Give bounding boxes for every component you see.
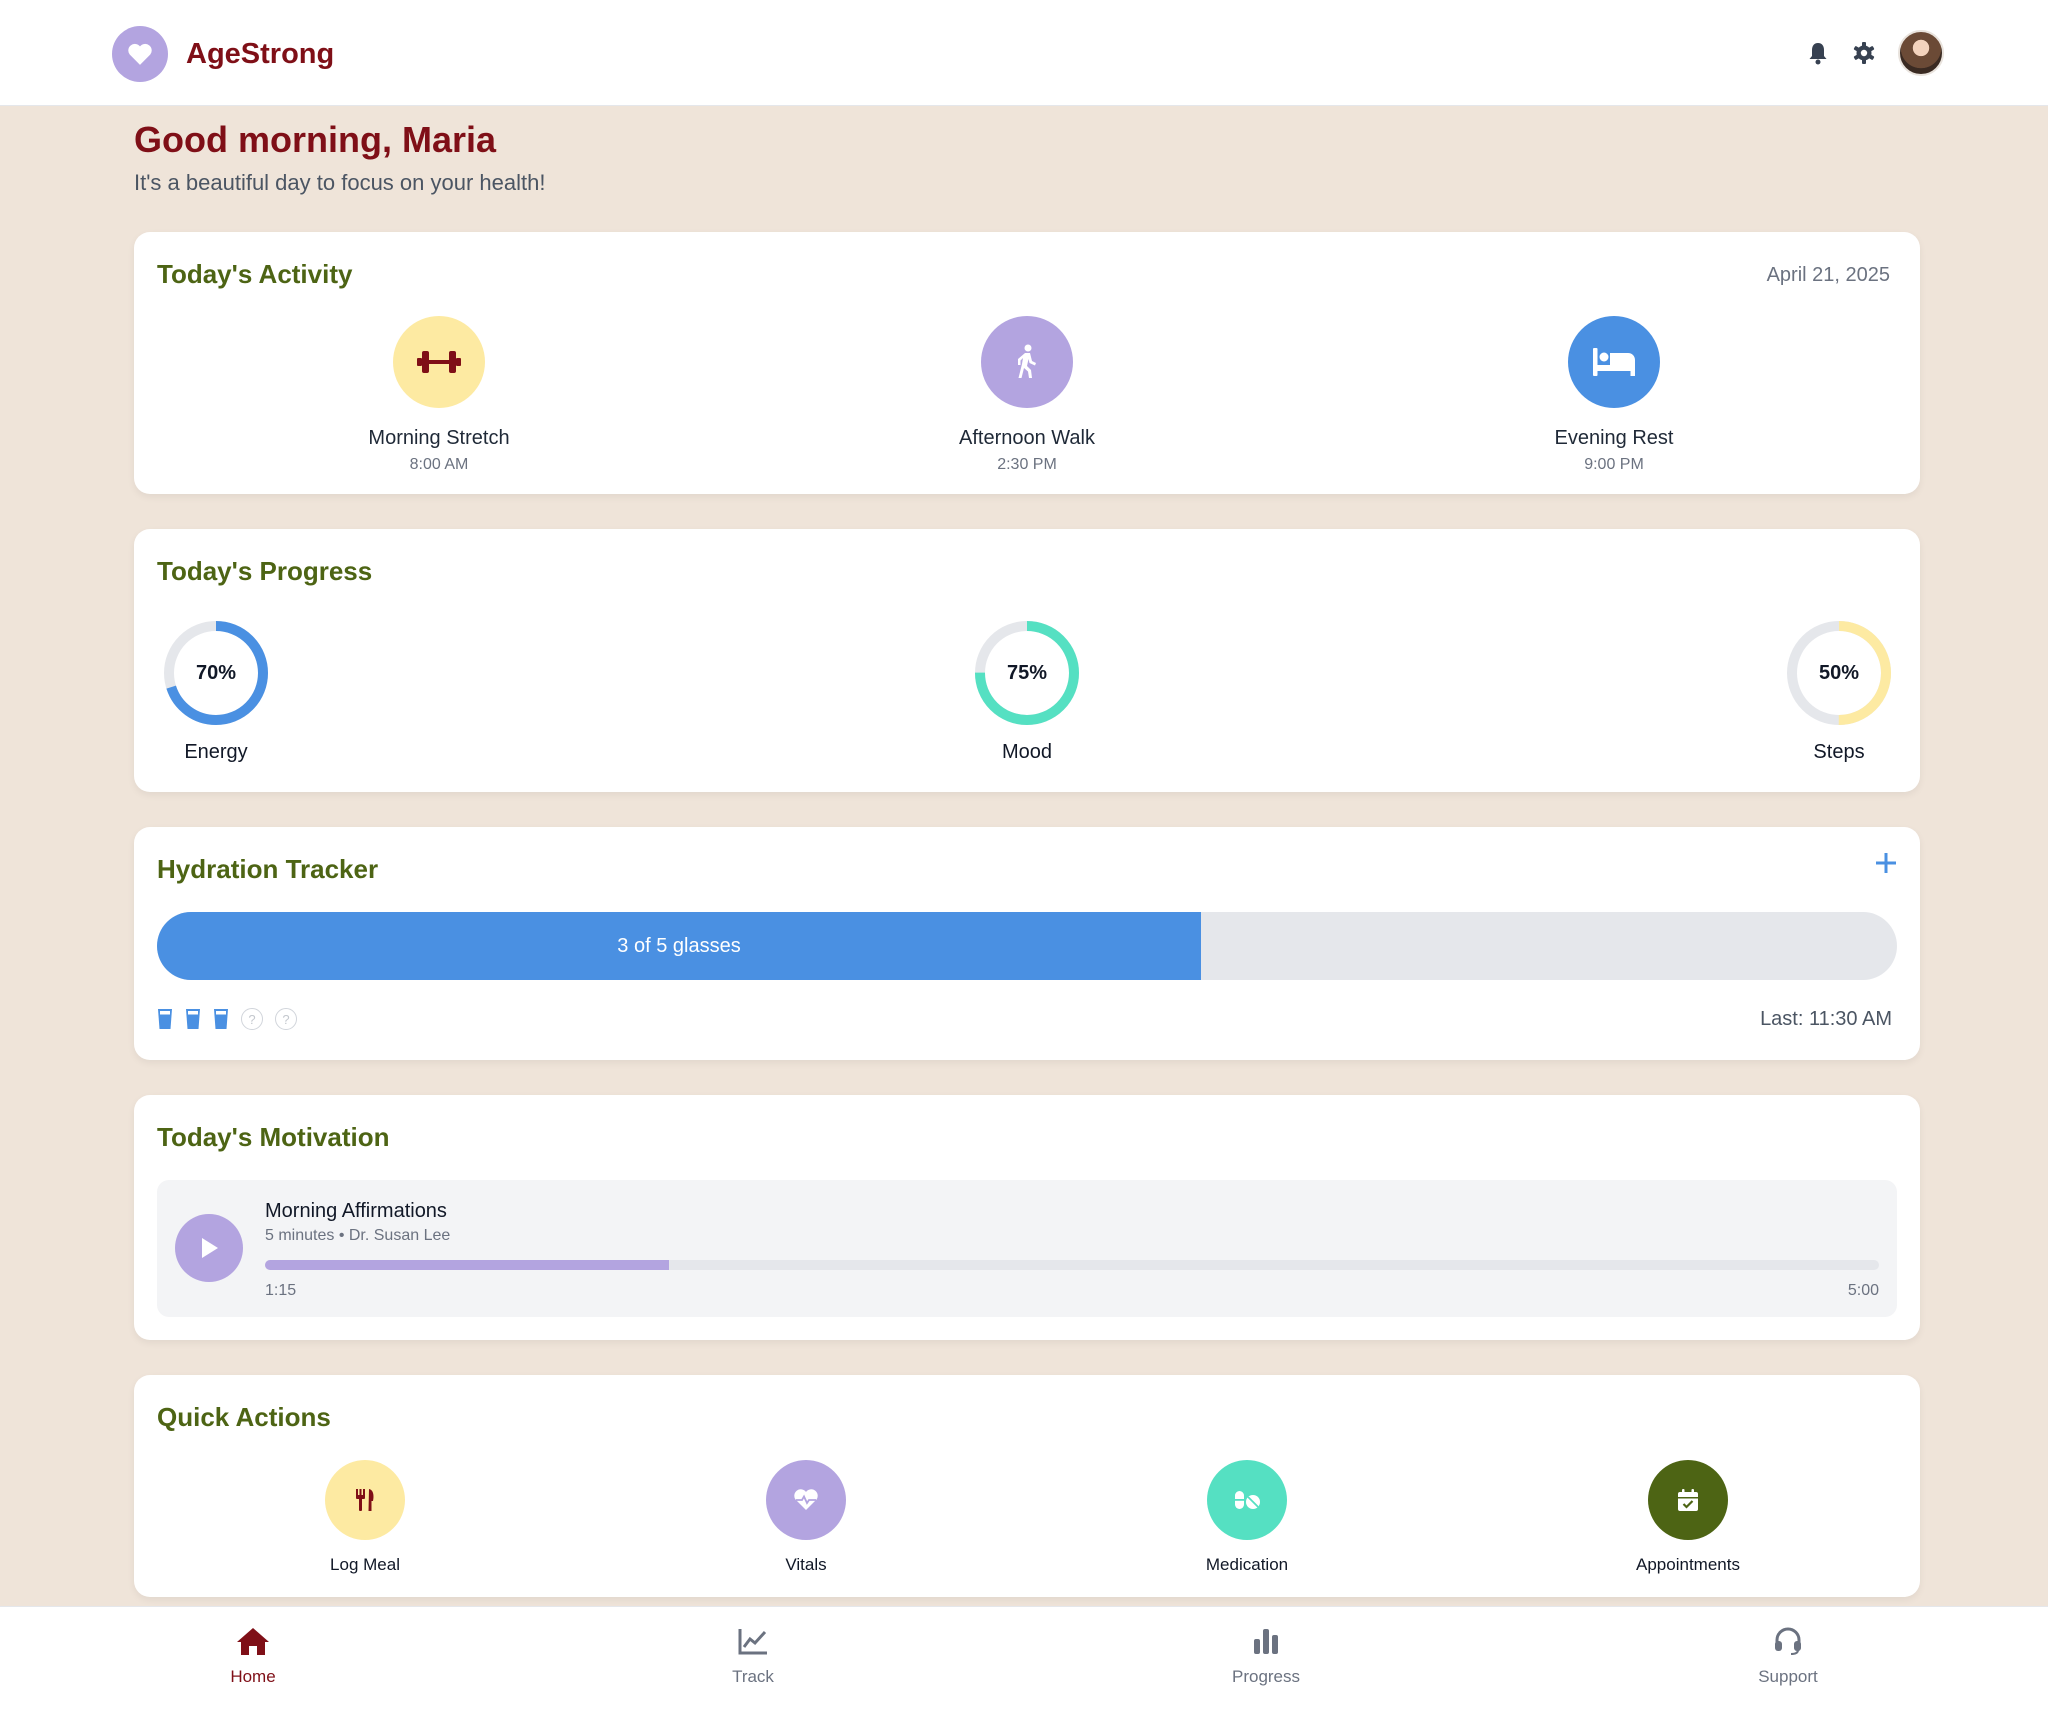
quick-action-label: Medication	[1205, 1555, 1289, 1574]
audio-meta: 5 minutes • Dr. Susan Lee	[265, 1227, 451, 1244]
chart-line-icon	[736, 1625, 770, 1657]
heart-pulse-icon	[766, 1460, 846, 1540]
nav-label: Home	[230, 1667, 276, 1686]
quick-action-log-meal[interactable]: Log Meal	[255, 1460, 475, 1575]
bed-icon	[1568, 316, 1660, 408]
progress-ring: 75%	[973, 619, 1081, 727]
progress-energy: 70% Energy	[136, 619, 296, 764]
nav-label: Track	[732, 1667, 774, 1686]
hydration-last: Last: 11:30 AM	[1760, 1008, 1892, 1030]
greeting-title: Good morning, Maria	[134, 119, 497, 160]
activity-name: Morning Stretch	[368, 427, 510, 449]
activity-time: 8:00 AM	[409, 456, 469, 473]
utensils-icon	[325, 1460, 405, 1540]
activity-date: April 21, 2025	[1766, 264, 1890, 286]
activity-name: Afternoon Walk	[959, 427, 1095, 449]
activity-card: Today's Activity April 21, 2025 Morning …	[134, 232, 1920, 494]
dumbbell-icon	[393, 316, 485, 408]
audio-progress-fill	[265, 1260, 669, 1270]
nav-item-track[interactable]: Track	[673, 1625, 833, 1687]
hydration-card: Hydration Tracker 3 of 5 glasses ? ? Las…	[134, 827, 1920, 1060]
header-actions	[1806, 30, 1944, 76]
heart-icon	[112, 26, 168, 82]
glass-empty-icon[interactable]: ?	[275, 1008, 297, 1030]
gear-icon[interactable]	[1852, 41, 1876, 65]
headset-icon	[1771, 1625, 1805, 1657]
progress-value: 70%	[195, 661, 237, 684]
progress-label: Energy	[184, 741, 248, 763]
progress-card: Today's Progress 70% Energy 75% Mood 50%…	[134, 529, 1920, 792]
quick-action-label: Log Meal	[330, 1555, 400, 1574]
progress-value: 50%	[1818, 661, 1860, 684]
play-icon	[202, 1238, 218, 1258]
nav-label: Support	[1758, 1667, 1818, 1686]
calendar-check-icon	[1648, 1460, 1728, 1540]
hydration-progress-bar: 3 of 5 glasses	[157, 912, 1897, 980]
avatar[interactable]	[1898, 30, 1944, 76]
quick-actions-title: Quick Actions	[157, 1402, 331, 1432]
quick-action-label: Appointments	[1636, 1555, 1740, 1574]
home-icon	[236, 1625, 270, 1657]
glass-list: ? ?	[157, 1007, 297, 1031]
quick-action-label: Vitals	[785, 1555, 827, 1574]
hydration-progress-text: 3 of 5 glasses	[617, 934, 741, 957]
glass-filled-icon[interactable]	[185, 1007, 201, 1031]
motivation-title: Today's Motivation	[157, 1122, 390, 1152]
quick-action-appointments[interactable]: Appointments	[1578, 1460, 1798, 1575]
audio-elapsed: 1:15	[265, 1282, 297, 1299]
nav-label: Progress	[1231, 1667, 1301, 1686]
audio-player: Morning Affirmations 5 minutes • Dr. Sus…	[157, 1180, 1897, 1317]
bar-chart-icon	[1249, 1625, 1283, 1657]
walking-icon	[981, 316, 1073, 408]
quick-action-medication[interactable]: Medication	[1137, 1460, 1357, 1575]
audio-progress-track[interactable]	[265, 1260, 1879, 1270]
quick-actions-card: Quick Actions Log Meal Vitals Medication…	[134, 1375, 1920, 1597]
audio-duration: 5:00	[1847, 1282, 1879, 1299]
pills-icon	[1207, 1460, 1287, 1540]
progress-title: Today's Progress	[157, 556, 373, 586]
motivation-card: Today's Motivation Morning Affirmations …	[134, 1095, 1920, 1340]
plus-icon[interactable]	[1870, 847, 1902, 879]
app-header: AgeStrong	[0, 0, 2048, 106]
progress-ring: 50%	[1785, 619, 1893, 727]
nav-item-progress[interactable]: Progress	[1186, 1625, 1346, 1687]
greeting: Good morning, Maria It's a beautiful day…	[134, 118, 545, 196]
brand[interactable]: AgeStrong	[112, 26, 334, 82]
progress-mood: 75% Mood	[947, 619, 1107, 764]
progress-label: Mood	[1001, 741, 1053, 763]
activity-item-afternoon-walk[interactable]: Afternoon Walk 2:30 PM	[897, 316, 1157, 474]
bell-icon[interactable]	[1806, 41, 1830, 65]
audio-title: Morning Affirmations	[265, 1200, 447, 1222]
hydration-title: Hydration Tracker	[157, 854, 379, 884]
progress-value: 75%	[1006, 661, 1048, 684]
progress-ring: 70%	[162, 619, 270, 727]
activity-item-evening-rest[interactable]: Evening Rest 9:00 PM	[1484, 316, 1744, 474]
progress-label: Steps	[1813, 741, 1865, 763]
activity-name: Evening Rest	[1554, 427, 1674, 449]
activity-time: 2:30 PM	[997, 456, 1057, 473]
play-button[interactable]	[175, 1214, 243, 1282]
glass-filled-icon[interactable]	[213, 1007, 229, 1031]
quick-action-vitals[interactable]: Vitals	[696, 1460, 916, 1575]
glass-filled-icon[interactable]	[157, 1007, 173, 1031]
activity-time: 9:00 PM	[1584, 456, 1644, 473]
progress-steps: 50% Steps	[1759, 619, 1919, 764]
glass-empty-icon[interactable]: ?	[241, 1008, 263, 1030]
bottom-nav: Home Track Progress Support	[0, 1606, 2048, 1710]
activity-item-morning-stretch[interactable]: Morning Stretch 8:00 AM	[309, 316, 569, 474]
greeting-subtitle: It's a beautiful day to focus on your he…	[134, 170, 546, 195]
app-name: AgeStrong	[186, 37, 335, 70]
nav-item-support[interactable]: Support	[1708, 1625, 1868, 1687]
nav-item-home[interactable]: Home	[173, 1625, 333, 1687]
activity-title: Today's Activity	[157, 259, 353, 289]
